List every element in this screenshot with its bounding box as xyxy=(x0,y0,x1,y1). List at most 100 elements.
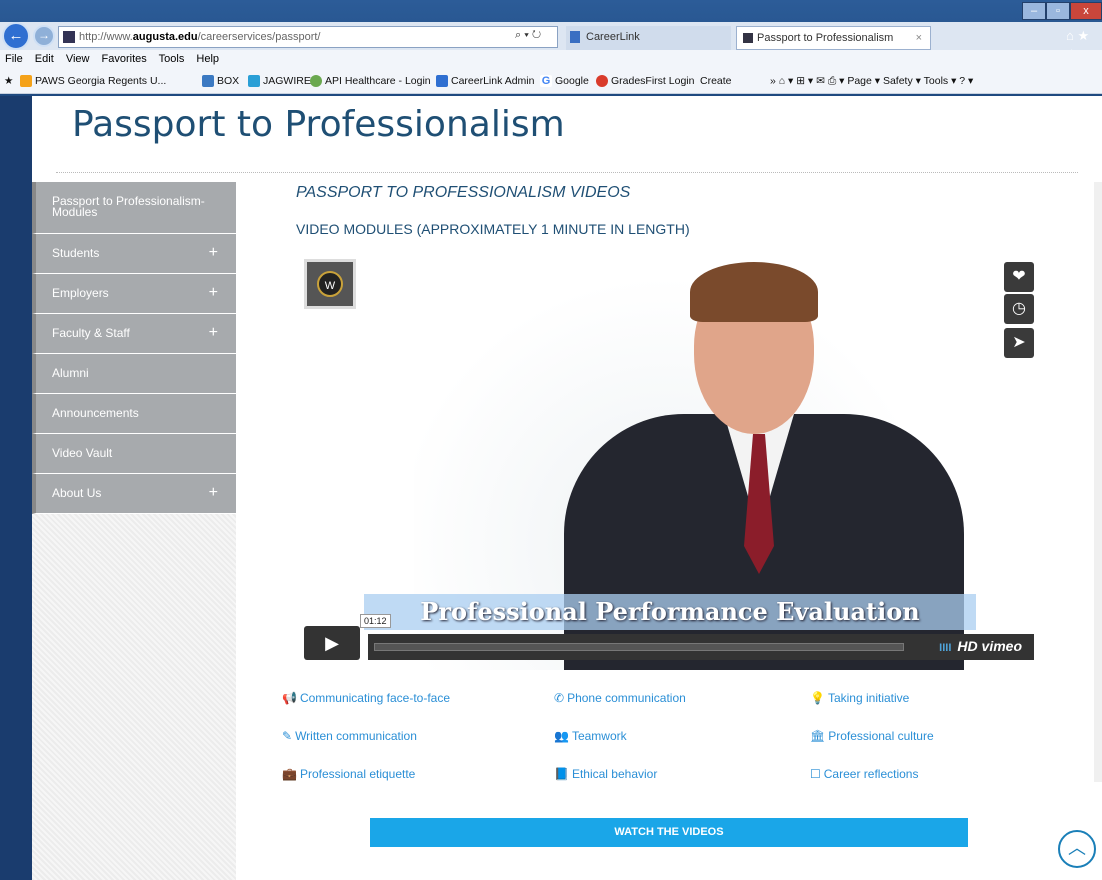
divider xyxy=(56,172,1078,173)
link-communicating-face-to-face[interactable]: 📢 Communicating face-to-face xyxy=(282,691,450,705)
video-player[interactable]: W ❤ ◷ ➤ Professional Performance Evaluat… xyxy=(304,254,1034,670)
fav-create[interactable]: Create xyxy=(700,68,732,94)
watch-later-icon[interactable]: ◷ xyxy=(1004,294,1034,324)
page-title: Passport to Professionalism xyxy=(72,104,565,145)
url-domain: augusta.edu xyxy=(132,31,198,43)
institution-icon: 🏛 xyxy=(810,729,826,743)
link-label: Communicating face-to-face xyxy=(299,691,451,705)
scrollbar[interactable] xyxy=(1094,182,1102,782)
presenter-hair xyxy=(690,262,818,322)
url-path: /careerservices/passport/ xyxy=(197,31,321,43)
paws-icon xyxy=(20,75,32,88)
link-phone-communication[interactable]: ✆ Phone communication xyxy=(554,691,686,705)
expand-icon[interactable]: + xyxy=(209,284,218,302)
passport-favicon-icon xyxy=(743,33,753,43)
favorites-bar: ★ PAWS Georgia Regents U... BOX JAGWIRE … xyxy=(0,68,1102,94)
sidebar-item-label: Alumni xyxy=(52,366,89,380)
fav-label: Google xyxy=(555,75,589,87)
vimeo-logo: vimeo xyxy=(981,638,1022,654)
link-ethical-behavior[interactable]: 📘 Ethical behavior xyxy=(554,767,657,781)
link-label: Phone communication xyxy=(567,691,686,705)
menu-bar: File Edit View Favorites Tools Help xyxy=(0,50,1102,68)
book-icon: 📘 xyxy=(554,767,569,781)
share-icon[interactable]: ➤ xyxy=(1004,328,1034,358)
back-to-top-icon[interactable]: ︿ xyxy=(1058,830,1096,868)
url-prefix: http://www. xyxy=(79,31,133,43)
sidebar-item-label: Students xyxy=(52,246,100,260)
fav-google[interactable]: G Google xyxy=(540,68,589,94)
sidebar-item-video-vault[interactable]: Video Vault xyxy=(32,434,236,474)
browser-chrome: ← → http://www.augusta.edu/careerservice… xyxy=(0,0,1102,96)
expand-icon[interactable]: + xyxy=(209,324,218,342)
fav-careerlink-admin[interactable]: CareerLink Admin xyxy=(436,68,534,94)
link-label: Teamwork xyxy=(571,729,627,743)
fav-label: GradesFirst Login xyxy=(611,75,695,87)
jagwire-icon xyxy=(248,75,260,88)
hd-vimeo-label[interactable]: IIII HD vimeo xyxy=(939,638,1022,654)
link-label: Professional culture xyxy=(828,729,934,743)
sidebar-item-about-us[interactable]: About Us + xyxy=(32,474,236,514)
tab-label: Passport to Professionalism xyxy=(757,32,894,44)
tab-label: CareerLink xyxy=(586,31,640,43)
play-button[interactable]: ▶ xyxy=(304,626,360,660)
sidebar-item-announcements[interactable]: Announcements xyxy=(32,394,236,434)
video-controls: IIII HD vimeo xyxy=(368,634,1034,660)
link-professional-etiquette[interactable]: 💼 Professional etiquette xyxy=(282,767,415,781)
careerlink-favicon-icon xyxy=(570,31,580,43)
forward-button[interactable]: → xyxy=(33,25,55,47)
progress-bar[interactable] xyxy=(374,643,904,651)
sidebar-item-alumni[interactable]: Alumni xyxy=(32,354,236,394)
menu-favorites[interactable]: Favorites xyxy=(102,53,147,65)
link-professional-culture[interactable]: 🏛 Professional culture xyxy=(810,729,934,743)
fav-api-healthcare[interactable]: API Healthcare - Login xyxy=(310,68,431,94)
menu-edit[interactable]: Edit xyxy=(35,53,54,65)
menu-tools[interactable]: Tools xyxy=(159,53,185,65)
sidebar-item-employers[interactable]: Employers + xyxy=(32,274,236,314)
back-button[interactable]: ← xyxy=(2,22,30,50)
sidebar-item-modules[interactable]: Passport to Professionalism-Modules xyxy=(32,182,236,234)
watch-videos-button[interactable]: WATCH THE VIDEOS xyxy=(370,818,968,847)
sidebar-item-students[interactable]: Students + xyxy=(32,234,236,274)
group-icon: 👥 xyxy=(554,729,569,743)
link-written-communication[interactable]: ✎ Written communication xyxy=(282,729,417,743)
gradesfirst-icon xyxy=(596,75,608,88)
pencil-icon: ✎ xyxy=(282,729,293,743)
sidebar-item-label: Employers xyxy=(52,286,109,300)
address-bar[interactable]: http://www.augusta.edu/careerservices/pa… xyxy=(58,26,558,48)
menu-view[interactable]: View xyxy=(66,53,90,65)
lightbulb-icon: 💡 xyxy=(810,691,825,705)
search-refresh-icon[interactable]: ⌕ ▾ ↻ xyxy=(515,29,541,42)
google-icon: G xyxy=(540,75,552,88)
fav-label: JAGWIRE xyxy=(263,75,311,87)
link-teamwork[interactable]: 👥 Teamwork xyxy=(554,729,627,743)
video-time: 01:12 xyxy=(360,614,391,628)
menu-file[interactable]: File xyxy=(5,53,23,65)
fav-box[interactable]: BOX xyxy=(202,68,239,94)
expand-icon[interactable]: + xyxy=(209,244,218,262)
fav-jagwire[interactable]: JAGWIRE xyxy=(248,68,311,94)
link-label: Career reflections xyxy=(823,767,919,781)
favorites-star-icon[interactable]: ★ xyxy=(4,68,13,94)
close-window-button[interactable]: x xyxy=(1070,2,1102,20)
link-career-reflections[interactable]: ☐ Career reflections xyxy=(810,767,918,781)
link-label: Ethical behavior xyxy=(571,767,658,781)
close-tab-icon[interactable]: × xyxy=(916,27,922,49)
volume-bars-icon[interactable]: IIII xyxy=(939,642,951,654)
channel-logo[interactable]: W xyxy=(304,259,356,309)
menu-help[interactable]: Help xyxy=(196,53,219,65)
section-heading: PASSPORT TO PROFESSIONALISM VIDEOS xyxy=(296,184,631,201)
fav-paws[interactable]: PAWS Georgia Regents U... xyxy=(20,68,166,94)
window-controls: – ▫ x xyxy=(1022,2,1102,20)
like-icon[interactable]: ❤ xyxy=(1004,262,1034,292)
sidebar-item-faculty-staff[interactable]: Faculty & Staff + xyxy=(32,314,236,354)
fav-label: BOX xyxy=(217,75,240,87)
briefcase-icon: 💼 xyxy=(282,767,297,781)
link-taking-initiative[interactable]: 💡 Taking initiative xyxy=(810,691,909,705)
minimize-button[interactable]: – xyxy=(1022,2,1046,20)
fav-gradesfirst[interactable]: GradesFirst Login xyxy=(596,68,694,94)
command-bar[interactable]: » ⌂ ▾ ⊞ ▾ ✉ ⎙ ▾ Page ▾ Safety ▾ Tools ▾ … xyxy=(770,68,973,94)
expand-icon[interactable]: + xyxy=(209,484,218,502)
tab-careerlink[interactable]: CareerLink xyxy=(566,26,731,50)
maximize-button[interactable]: ▫ xyxy=(1046,2,1070,20)
tab-passport[interactable]: Passport to Professionalism × xyxy=(736,26,931,50)
